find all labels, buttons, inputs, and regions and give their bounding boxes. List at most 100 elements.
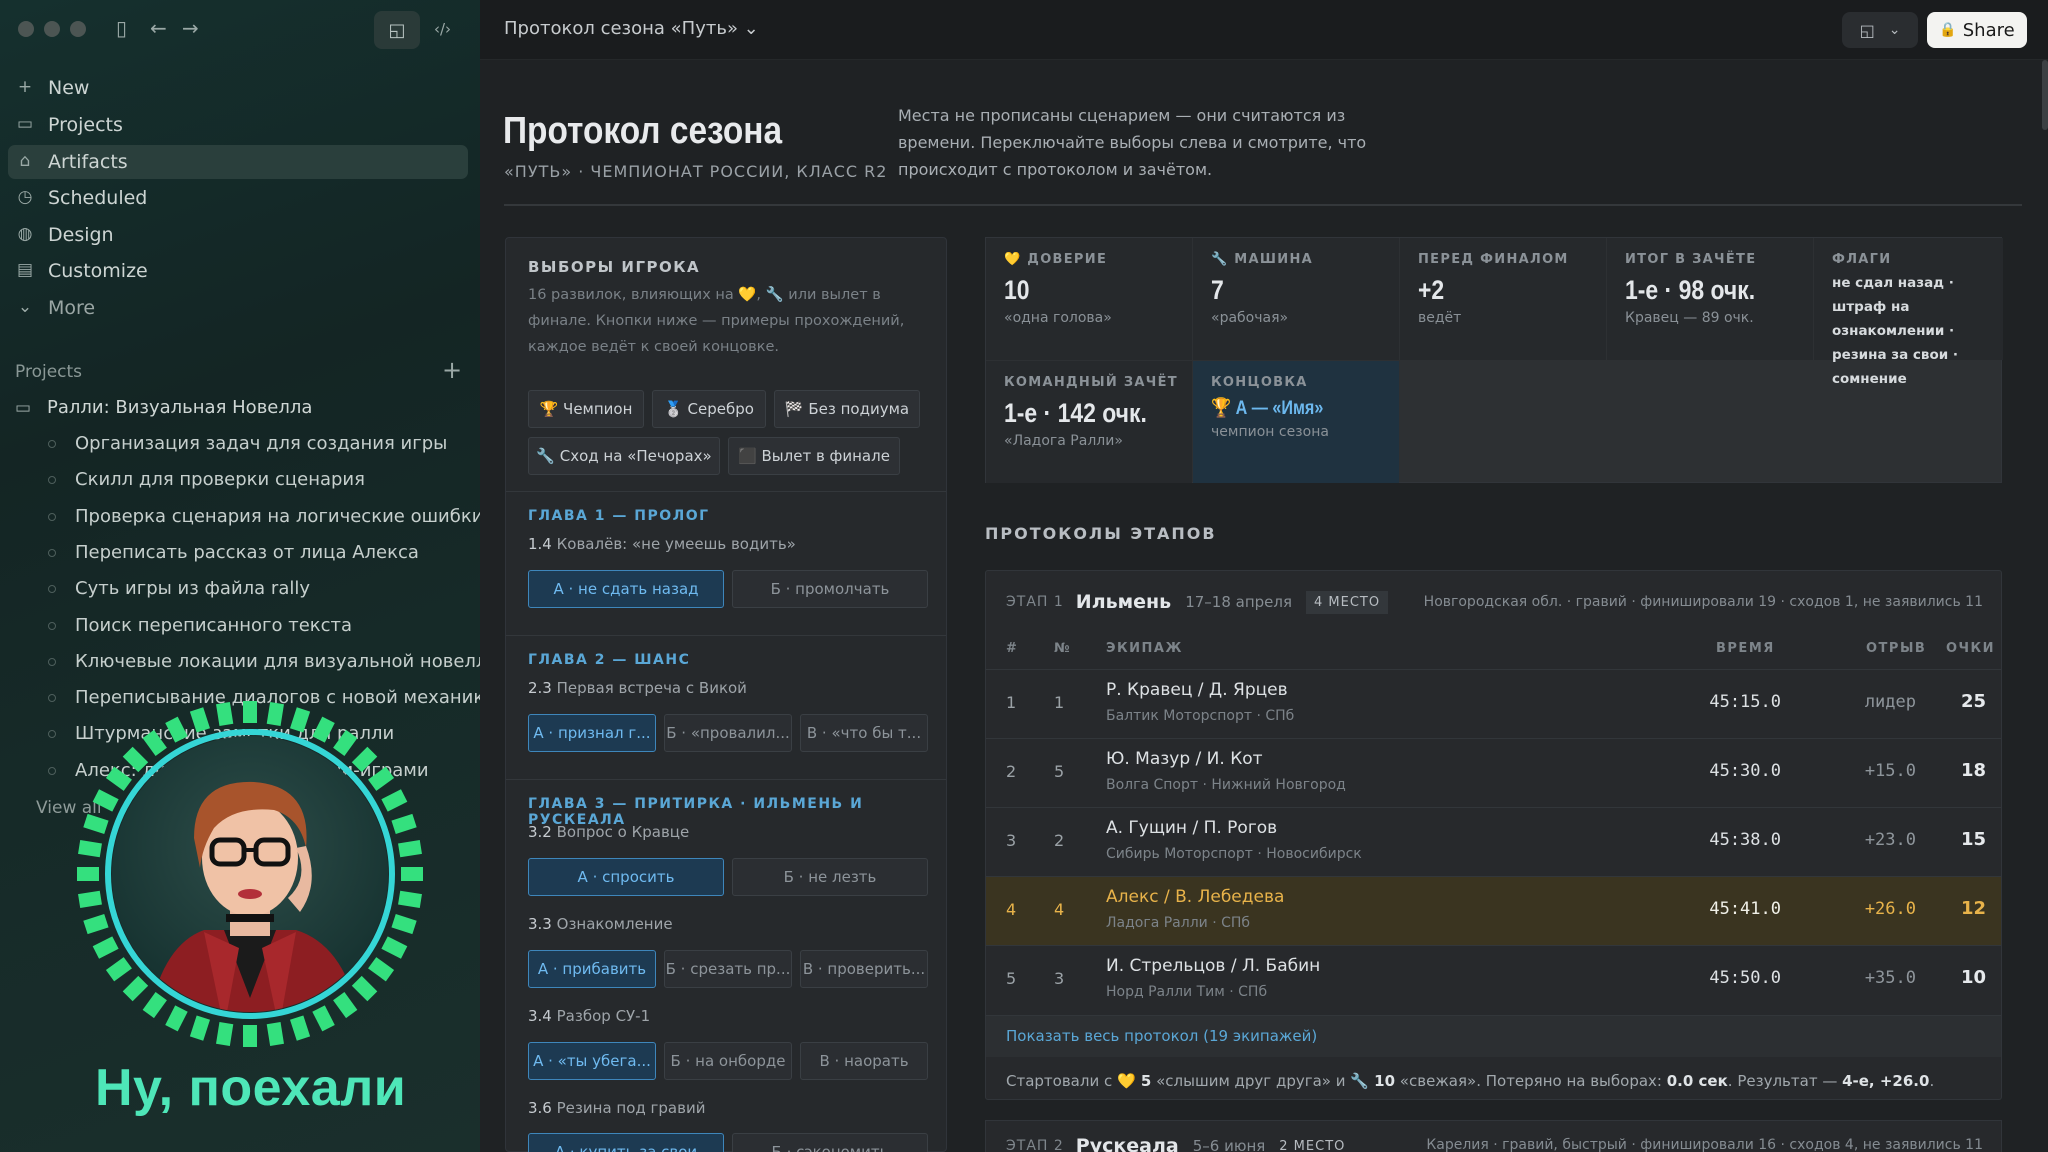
chevron-down-icon: ⌄ [1888,22,1901,38]
preset-no-podium-button[interactable]: 🏁 Без подиума [774,390,920,428]
nav-customize[interactable]: ▤ Customize [8,254,468,288]
nav-artifacts[interactable]: ⌂ Artifacts [8,145,468,179]
project-conversation-item[interactable]: Переписать рассказ от лица Алекса [75,542,419,563]
cell-team: Сибирь Моторспорт · Новосибирск [1106,846,1362,862]
nav-label: New [48,77,90,99]
plus-icon: + [17,77,33,97]
project-conversation-item[interactable]: Поиск переписанного текста [75,615,352,636]
option-3-4-c[interactable]: В · наорать [800,1042,928,1080]
window-minimize-button[interactable] [44,21,60,37]
top-bar: Протокол сезона «Путь» ⌄ ◱ ⌄ 🔒 Share [480,0,2048,60]
option-3-3-a[interactable]: А · прибавить [528,950,656,988]
nav-new[interactable]: + New [8,71,468,105]
project-conversation-item[interactable]: Скилл для проверки сценария [75,469,365,490]
question-number: 3.2 [528,823,552,841]
stat-value: 10 [1004,275,1030,305]
ring-segment [77,867,99,881]
forward-arrow-icon[interactable]: → [182,16,199,40]
cell-gap: +15.0 [1864,761,1916,781]
narrator-caption: Ну, поехали [95,1059,407,1117]
stage-header: ЭТАП 1 Ильмень 17–18 апреля 4 МЕСТО Новг… [986,571,2001,633]
cell-gap: +23.0 [1864,830,1916,850]
option-3-3-b[interactable]: Б · срезать пр... [664,950,792,988]
option-2-3-b[interactable]: Б · «провалил... [664,714,792,752]
option-3-3-c[interactable]: В · проверить... [800,950,928,988]
code-view-icon[interactable]: ‹/› [434,20,451,38]
stat-note: ведёт [1418,310,1462,326]
cell-team: Норд Ралли Тим · СПб [1106,984,1268,1000]
project-conversation-item[interactable]: Суть игры из файла rally [75,578,310,599]
sidebar-toggle-icon[interactable]: ▯ [116,16,127,40]
chat-view-button[interactable]: ◱ [374,11,420,49]
option-2-3-a[interactable]: А · признал г... [528,714,656,752]
cell-pos: 5 [1006,969,1017,988]
ring-segment [78,890,102,908]
option-3-2-a[interactable]: А · спросить [528,858,724,896]
chapter-1-title: ГЛАВА 1 — ПРОЛОГ [528,508,710,524]
nav-projects[interactable]: ▭ Projects [8,108,468,142]
artifact-title-dropdown[interactable]: Протокол сезона «Путь» ⌄ [504,18,759,39]
cell-points: 15 [1960,829,1986,850]
preset-silver-button[interactable]: 🥈 Серебро [652,390,766,428]
cell-pos: 4 [1006,900,1017,919]
stat-label: ПЕРЕД ФИНАЛОМ [1418,252,1569,267]
cell-time: 45:15.0 [1709,692,1781,712]
table-row: 3 2 А. Гущин / П. Рогов Сибирь Моторспорт ·… [986,807,2001,876]
table-row: 5 3 И. Стрельцов / Л. Бабин Норд Ралли Тим … [986,945,2001,1014]
share-button[interactable]: 🔒 Share [1927,12,2027,48]
nav-design[interactable]: ◍ Design [8,218,468,252]
project-conversation-item[interactable]: Организация задач для создания игры [75,433,447,454]
col-gap: ОТРЫВ [1866,641,1927,656]
cell-num: 1 [1054,693,1065,712]
option-3-4-a[interactable]: А · «ты убега... [528,1042,656,1080]
option-2-3-c[interactable]: В · «что бы т... [800,714,928,752]
stat-label: 🔧 МАШИНА [1211,252,1313,267]
option-1-4-a[interactable]: А · не сдать назад [528,570,724,608]
preset-champion-button[interactable]: 🏆 Чемпион [528,390,644,428]
project-name[interactable]: Ралли: Визуальная Новелла [47,397,312,418]
conversation-bullet-icon [48,730,56,739]
stat-note: «Ладога Ралли» [1004,433,1123,449]
summary-trust: 💛 5 [1117,1072,1152,1090]
preset-retire-button[interactable]: 🔧 Сход на «Печорах» [528,437,720,475]
option-3-6-a[interactable]: А · купить за свои [528,1133,724,1152]
share-label: Share [1962,19,2015,41]
chat-toggle-button[interactable]: ◱ ⌄ [1842,12,1918,48]
stat-team: КОМАНДНЫЙ ЗАЧЁТ 1-е · 142 очк. «Ладога Рал… [986,361,1192,483]
narrator-avatar [74,698,426,1050]
nav-more[interactable]: ⌄ More [8,291,468,325]
choices-panel: ВЫБОРЫ ИГРОКА 16 развилок, влияющих на 💛… [505,237,947,1152]
option-3-6-b[interactable]: Б · сэкономить [732,1133,928,1152]
back-arrow-icon[interactable]: ← [150,16,167,40]
stat-championship: ИТОГ В ЗАЧЁТЕ 1-е · 98 очк. Кравец — 89 оч… [1607,238,1813,360]
conversation-bullet-icon [48,512,56,521]
project-conversation-item[interactable]: Ключевые локации для визуальной новеллы [75,651,480,672]
stat-value: +2 [1418,275,1445,305]
ring-segment [83,813,109,834]
window-close-button[interactable] [18,21,34,37]
ring-segment [165,716,188,743]
show-all-link[interactable]: Показать весь протокол (19 экипажей) [1006,1027,1317,1045]
option-3-4-b[interactable]: Б · на онборде [664,1042,792,1080]
scrollbar[interactable] [2042,60,2048,130]
ring-segment [381,789,408,812]
folder-icon: ▭ [16,114,34,134]
nav-label: Projects [48,114,123,136]
stat-label: ФЛАГИ [1832,252,1892,267]
cell-num: 5 [1054,762,1065,781]
ring-segment [105,957,132,982]
ring-segment [243,701,257,723]
cell-crew: А. Гущин / П. Рогов [1106,818,1278,838]
option-3-2-b[interactable]: Б · не лезть [732,858,928,896]
project-conversation-item[interactable]: Проверка сценария на логические ошибки [75,506,480,527]
window-zoom-button[interactable] [70,21,86,37]
conversation-bullet-icon [48,440,56,448]
summary-text: . Результат — [1727,1072,1843,1090]
preset-final-crash-button[interactable]: ⬛ Вылет в финале [728,437,900,475]
ring-segment [83,914,109,935]
add-project-icon[interactable]: + [442,356,462,384]
nav-scheduled[interactable]: ◷ Scheduled [8,181,468,215]
option-1-4-b[interactable]: Б · промолчать [732,570,928,608]
question-number: 3.6 [528,1099,552,1117]
stats-grid: 💛 ДОВЕРИЕ 10 «одна голова» 🔧 МАШИНА 7 «рабоч… [985,237,2003,483]
